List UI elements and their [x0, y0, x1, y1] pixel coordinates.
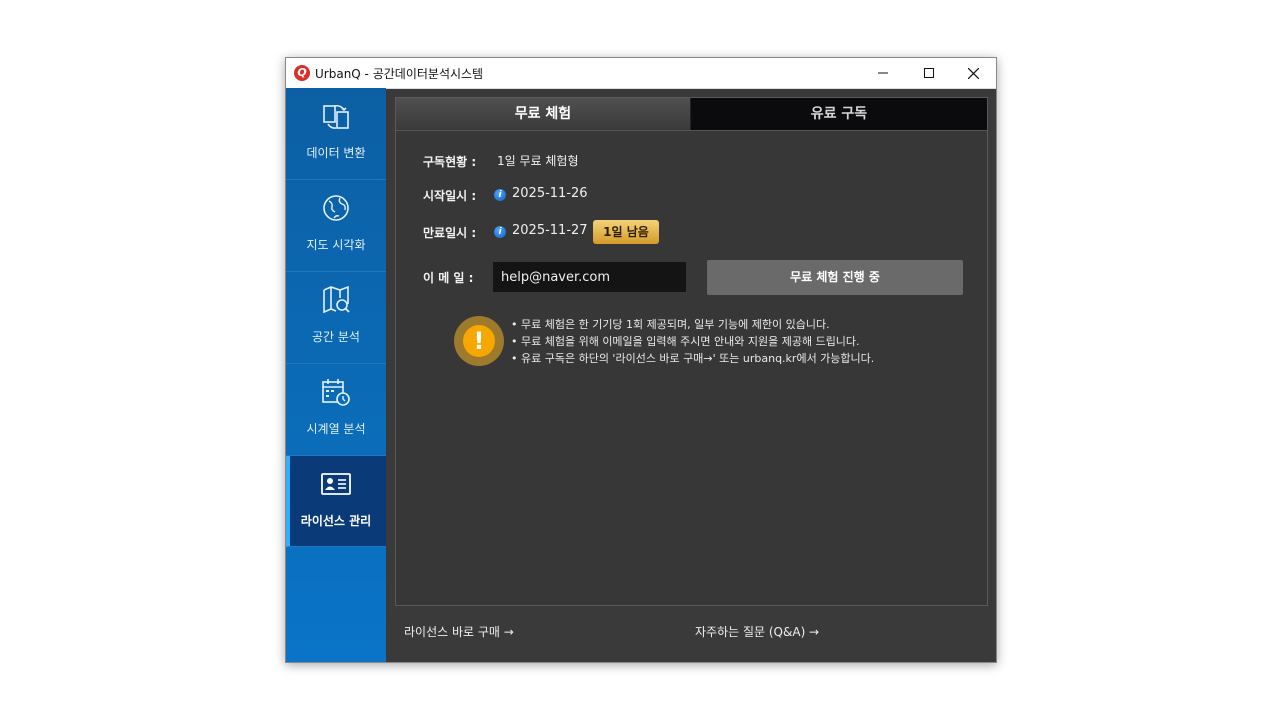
- globe-icon: [323, 195, 349, 221]
- close-button[interactable]: [950, 58, 996, 88]
- buy-license-link[interactable]: 라이선스 바로 구매 →: [404, 623, 514, 640]
- status-value: 1일 무료 체험형: [497, 154, 579, 168]
- sidebar-item-label: 데이터 변환: [306, 146, 366, 160]
- sidebar-item-label: 지도 시각화: [306, 238, 366, 252]
- sidebar-item-label: 시계열 분석: [306, 422, 366, 436]
- tab-free-trial[interactable]: 무료 체험: [396, 98, 691, 130]
- app-logo-icon: Q: [294, 65, 310, 81]
- maximize-button[interactable]: [906, 58, 952, 88]
- title-bar[interactable]: Q UrbanQ - 공간데이터분석시스템: [286, 58, 996, 89]
- end-date-label: 만료일시 :: [423, 226, 477, 240]
- close-icon: [967, 67, 979, 79]
- minimize-icon: [878, 72, 888, 74]
- minimize-button[interactable]: [860, 58, 906, 88]
- end-date-value: 2025-11-27: [512, 223, 588, 238]
- sidebar-item-license-management[interactable]: 라이선스 관리: [286, 456, 386, 547]
- sidebar-item-spatial-analysis[interactable]: 공간 분석: [286, 272, 386, 364]
- tab-paid-subscription[interactable]: 유료 구독: [691, 98, 987, 130]
- info-icon: i: [494, 226, 506, 238]
- calendar-clock-icon: [322, 379, 350, 406]
- map-search-icon: [323, 285, 350, 314]
- maximize-icon: [924, 68, 934, 78]
- note-item: • 무료 체험은 한 기기당 1회 제공되며, 일부 기능에 제한이 있습니다.: [511, 318, 830, 331]
- info-icon: i: [494, 189, 506, 201]
- start-date-value: 2025-11-26: [512, 186, 588, 201]
- data-convert-icon: [323, 104, 349, 129]
- sidebar: 데이터 변환 지도 시각화 공간 분석 시계열 분석 라이선스 관리: [286, 88, 386, 662]
- remaining-days-badge: 1일 남음: [593, 220, 659, 244]
- tab-divider: [396, 130, 987, 131]
- id-card-icon: [321, 473, 351, 495]
- note-item: • 무료 체험을 위해 이메일을 입력해 주시면 안내와 지원을 제공해 드립니…: [511, 335, 860, 348]
- faq-link[interactable]: 자주하는 질문 (Q&A) →: [695, 623, 819, 640]
- email-field[interactable]: [493, 262, 686, 292]
- sidebar-item-label: 공간 분석: [312, 330, 360, 344]
- sidebar-item-map-visualization[interactable]: 지도 시각화: [286, 180, 386, 272]
- trial-in-progress-button[interactable]: 무료 체험 진행 중: [707, 260, 963, 295]
- status-label: 구독현황 :: [423, 155, 477, 169]
- app-window: Q UrbanQ - 공간데이터분석시스템 데이터 변환 지도 시각화 공간 분…: [285, 57, 997, 663]
- window-title: UrbanQ - 공간데이터분석시스템: [315, 67, 484, 81]
- exclamation-icon: !: [463, 325, 495, 357]
- trial-notes: • 무료 체험은 한 기기당 1회 제공되며, 일부 기능에 제한이 있습니다.…: [511, 316, 874, 367]
- sidebar-item-data-convert[interactable]: 데이터 변환: [286, 88, 386, 180]
- warning-icon: !: [454, 316, 504, 366]
- sidebar-item-label: 라이선스 관리: [300, 514, 372, 528]
- sidebar-item-time-series[interactable]: 시계열 분석: [286, 364, 386, 456]
- license-panel: 무료 체험 유료 구독 구독현황 : 1일 무료 체험형 시작일시 : i 20…: [395, 97, 988, 606]
- email-label: 이 메 일 :: [423, 271, 474, 285]
- start-date-label: 시작일시 :: [423, 189, 477, 203]
- note-item: • 유료 구독은 하단의 '라이선스 바로 구매→' 또는 urbanq.kr에…: [511, 352, 875, 365]
